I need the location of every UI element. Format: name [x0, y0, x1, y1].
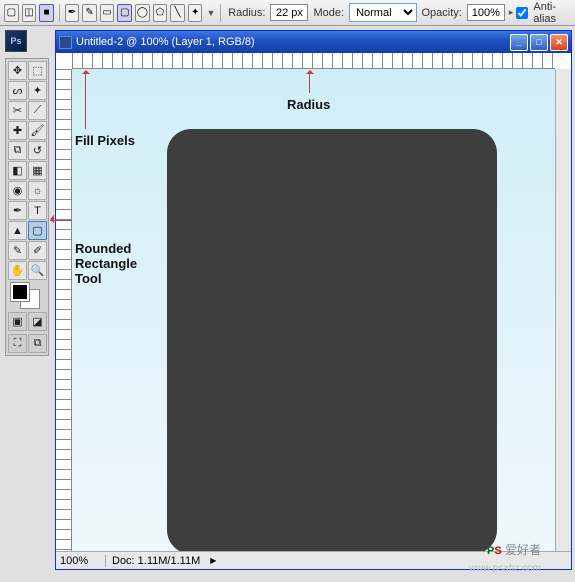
title-bar[interactable]: Untitled-2 @ 100% (Layer 1, RGB/8) _ □ ✕ [56, 31, 571, 53]
vertical-ruler [56, 69, 72, 551]
annotation-rounded-tool: Rounded Rectangle Tool [75, 242, 137, 287]
pen-tool-icon[interactable]: ✒ [8, 201, 27, 220]
screen-switch-icon[interactable]: ⧉ [28, 334, 47, 353]
custom-shape-icon[interactable]: ✦ [188, 4, 203, 22]
move-tool-icon[interactable]: ✥ [8, 61, 27, 80]
standard-mode-icon[interactable]: ▣ [8, 312, 27, 331]
vertical-scrollbar[interactable] [555, 69, 571, 551]
zoom-tool-icon[interactable]: 🔍 [28, 261, 47, 280]
watermark-site: www.psahz.com [469, 563, 541, 574]
foreground-color-swatch[interactable] [11, 283, 29, 301]
eraser-tool-icon[interactable]: ◧ [8, 161, 27, 180]
blur-tool-icon[interactable]: ◉ [8, 181, 27, 200]
shape-layer-icon[interactable]: ▢ [4, 4, 19, 22]
lasso-tool-icon[interactable]: ᔕ [8, 81, 27, 100]
screen-mode-icon[interactable]: ⛶ [8, 334, 27, 353]
crop-tool-icon[interactable]: ✂ [8, 101, 27, 120]
watermark-brand: PS 爱好者 [487, 537, 541, 560]
options-bar: ▢ ◫ ■ ✒ ✎ ▭ ▢ ◯ ⬠ ╲ ✦ ▼ Radius: Mode: No… [0, 0, 575, 26]
marquee-tool-icon[interactable]: ⬚ [28, 61, 47, 80]
stamp-tool-icon[interactable]: ⧉ [8, 141, 27, 160]
separator [220, 4, 221, 22]
separator [59, 4, 60, 22]
annotation-arrowhead [46, 215, 54, 223]
ps-app-icon: Ps [5, 30, 27, 52]
brush-tool-icon[interactable]: 🖌 [28, 121, 47, 140]
minimize-button[interactable]: _ [510, 34, 528, 51]
rounded-rect-shape-icon[interactable]: ▢ [117, 4, 132, 22]
status-arrow-icon[interactable]: ▶ [210, 556, 216, 565]
annotation-radius: Radius [287, 97, 330, 112]
status-zoom[interactable]: 100% [56, 555, 106, 567]
wand-tool-icon[interactable]: ✦ [28, 81, 47, 100]
path-sel-tool-icon[interactable]: ▲ [8, 221, 27, 240]
window-title: Untitled-2 @ 100% (Layer 1, RGB/8) [76, 36, 508, 48]
eyedrop-tool-icon[interactable]: ✐ [28, 241, 47, 260]
canvas[interactable]: Radius Fill Pixels Rounded Rectangle Too… [72, 69, 555, 551]
opacity-input[interactable] [467, 4, 505, 21]
toolbox: ✥ ⬚ ᔕ ✦ ✂ ⟋ ✚ 🖌 ⧉ ↺ ◧ ▦ ◉ ☼ ✒ T ▲ ▢ ✎ ✐ … [5, 58, 49, 356]
ellipse-shape-icon[interactable]: ◯ [135, 4, 150, 22]
radius-label: Radius: [228, 7, 265, 19]
line-shape-icon[interactable]: ╲ [170, 4, 185, 22]
path-mode-icon[interactable]: ◫ [22, 4, 37, 22]
annotation-arrow [85, 71, 86, 129]
color-swatches[interactable] [8, 283, 47, 309]
dodge-tool-icon[interactable]: ☼ [28, 181, 47, 200]
document-window: Untitled-2 @ 100% (Layer 1, RGB/8) _ □ ✕… [55, 30, 572, 570]
rounded-rectangle-shape [167, 129, 497, 551]
maximize-button[interactable]: □ [530, 34, 548, 51]
opacity-label: Opacity: [422, 7, 462, 19]
slice-tool-icon[interactable]: ⟋ [28, 101, 47, 120]
quickmask-mode-icon[interactable]: ◪ [28, 312, 47, 331]
heal-tool-icon[interactable]: ✚ [8, 121, 27, 140]
close-button[interactable]: ✕ [550, 34, 568, 51]
antialias-label: Anti-alias [533, 1, 569, 25]
hand-tool-icon[interactable]: ✋ [8, 261, 27, 280]
horizontal-ruler [72, 53, 555, 69]
notes-tool-icon[interactable]: ✎ [8, 241, 27, 260]
type-tool-icon[interactable]: T [28, 201, 47, 220]
opacity-arrow-icon[interactable]: ▸ [509, 7, 514, 18]
rounded-rect-tool-icon[interactable]: ▢ [28, 221, 47, 240]
mode-select[interactable]: Normal [349, 3, 416, 22]
canvas-tag: 活力盒子 [395, 496, 435, 511]
gradient-tool-icon[interactable]: ▦ [28, 161, 47, 180]
annotation-arrow [309, 71, 310, 93]
status-doc-size: Doc: 1.11M/1.11M [106, 555, 206, 567]
radius-input[interactable] [270, 4, 308, 21]
history-tool-icon[interactable]: ↺ [28, 141, 47, 160]
polygon-shape-icon[interactable]: ⬠ [153, 4, 168, 22]
rect-shape-icon[interactable]: ▭ [100, 4, 115, 22]
freeform-pen-icon[interactable]: ✎ [82, 4, 97, 22]
document-icon [59, 36, 72, 49]
annotation-fill-pixels: Fill Pixels [75, 133, 135, 148]
antialias-checkbox[interactable] [516, 7, 528, 19]
shape-options-arrow-icon[interactable]: ▼ [206, 8, 215, 18]
pen-icon[interactable]: ✒ [65, 4, 80, 22]
fill-pixels-icon[interactable]: ■ [39, 4, 54, 22]
mode-label: Mode: [313, 7, 344, 19]
